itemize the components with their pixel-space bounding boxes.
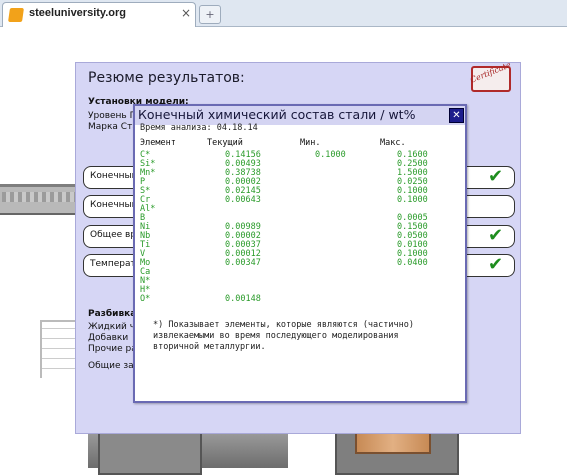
close-icon[interactable]: ✕ [449, 108, 464, 123]
model-settings-grade: Марка Ста [88, 122, 138, 132]
model-settings-level: Уровень П [88, 111, 137, 121]
table-cell-min: 0.1000 [315, 150, 346, 160]
column-header-max: Макс. [380, 138, 406, 148]
table-cell-max: 0.1000 [397, 195, 428, 205]
footnote-line: вторичной металлургии. [153, 342, 266, 352]
chemistry-dialog: Конечный химический состав стали / wt% ✕… [133, 104, 467, 403]
breakdown-row: Прочие ра [88, 344, 137, 354]
column-header-current: Текущий [207, 138, 243, 148]
analysis-time: Время анализа: 04.18.14 [140, 123, 258, 133]
breakdown-row: Добавки [88, 333, 129, 343]
footnote: *) Показывает элементы, которые являются… [153, 320, 443, 353]
column-header-element: Элемент [140, 138, 176, 148]
table-cell-cur: 0.00643 [225, 195, 261, 205]
browser-tab[interactable]: steeluniversity.org × [2, 2, 196, 27]
table-cell-cur: 0.00148 [225, 294, 261, 304]
result-label: Конечный [90, 171, 138, 181]
footnote-line: извлекаемыми во время последующего модел… [153, 331, 399, 341]
footnote-line: *) Показывает элементы, которые являются… [153, 320, 414, 330]
table-cell-max: 0.0400 [397, 258, 428, 268]
result-label: Конечный [90, 200, 138, 210]
breakdown-total: Общие зат [88, 361, 139, 371]
result-label: Общее вр [90, 230, 137, 240]
breakdown-heading: Разбивка [88, 309, 137, 319]
check-icon: ✔ [488, 225, 504, 246]
check-icon: ✔ [488, 166, 504, 187]
tab-close-icon[interactable]: × [181, 6, 191, 20]
background-railing [40, 320, 78, 378]
site-favicon-icon [8, 8, 24, 22]
page-title: Резюме результатов: [88, 70, 245, 86]
table-cell-el: O* [140, 294, 151, 304]
browser-tab-bar: steeluniversity.org × + [0, 0, 567, 27]
check-icon: ✔ [488, 254, 504, 275]
tab-title: steeluniversity.org [29, 7, 126, 19]
dialog-title: Конечный химический состав стали / wt% [138, 107, 416, 122]
table-cell-cur: 0.00347 [225, 258, 261, 268]
column-header-min: Мин. [300, 138, 321, 148]
background-machine-grating [2, 192, 76, 202]
new-tab-button[interactable]: + [199, 5, 221, 24]
